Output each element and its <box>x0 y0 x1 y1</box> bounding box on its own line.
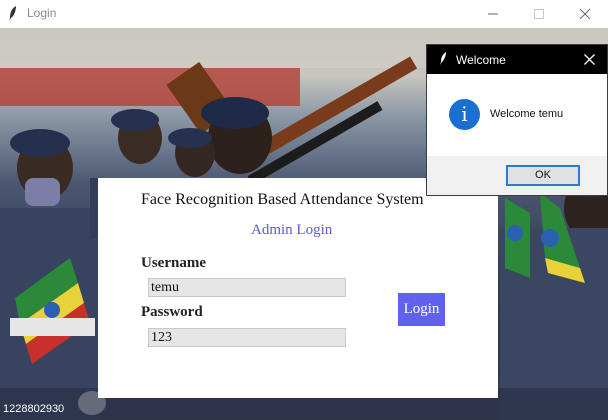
ok-button[interactable]: OK <box>506 165 580 186</box>
close-button[interactable] <box>562 0 608 28</box>
dialog-close-button[interactable] <box>573 45 607 74</box>
maximize-icon <box>534 9 544 19</box>
close-icon <box>579 8 591 20</box>
feather-icon <box>440 52 446 65</box>
login-panel: Face Recognition Based Attendance System… <box>98 178 498 398</box>
minimize-button[interactable] <box>470 0 516 28</box>
feather-icon <box>9 6 16 21</box>
maximize-button[interactable] <box>516 0 562 28</box>
dialog-title-bar: Welcome <box>427 45 607 74</box>
dialog-message: Welcome temu <box>490 108 564 120</box>
close-icon <box>584 54 595 65</box>
info-icon: i <box>449 99 480 130</box>
login-button[interactable]: Login <box>398 293 445 326</box>
app-title: Face Recognition Based Attendance System <box>141 191 424 208</box>
password-label: Password <box>141 304 203 320</box>
dialog-title: Welcome <box>456 53 506 67</box>
window-title: Login <box>27 6 57 20</box>
title-bar: Login <box>0 0 608 28</box>
minimize-icon <box>488 13 498 15</box>
password-field[interactable]: 123 <box>148 328 346 347</box>
dialog-body: i Welcome temu <box>427 74 607 156</box>
admin-login-heading: Admin Login <box>251 222 333 238</box>
username-label: Username <box>141 255 206 271</box>
photo-caption: 1228802930 <box>3 403 65 415</box>
welcome-dialog: Welcome i Welcome temu OK <box>426 44 608 196</box>
username-field[interactable]: temu <box>148 278 346 297</box>
